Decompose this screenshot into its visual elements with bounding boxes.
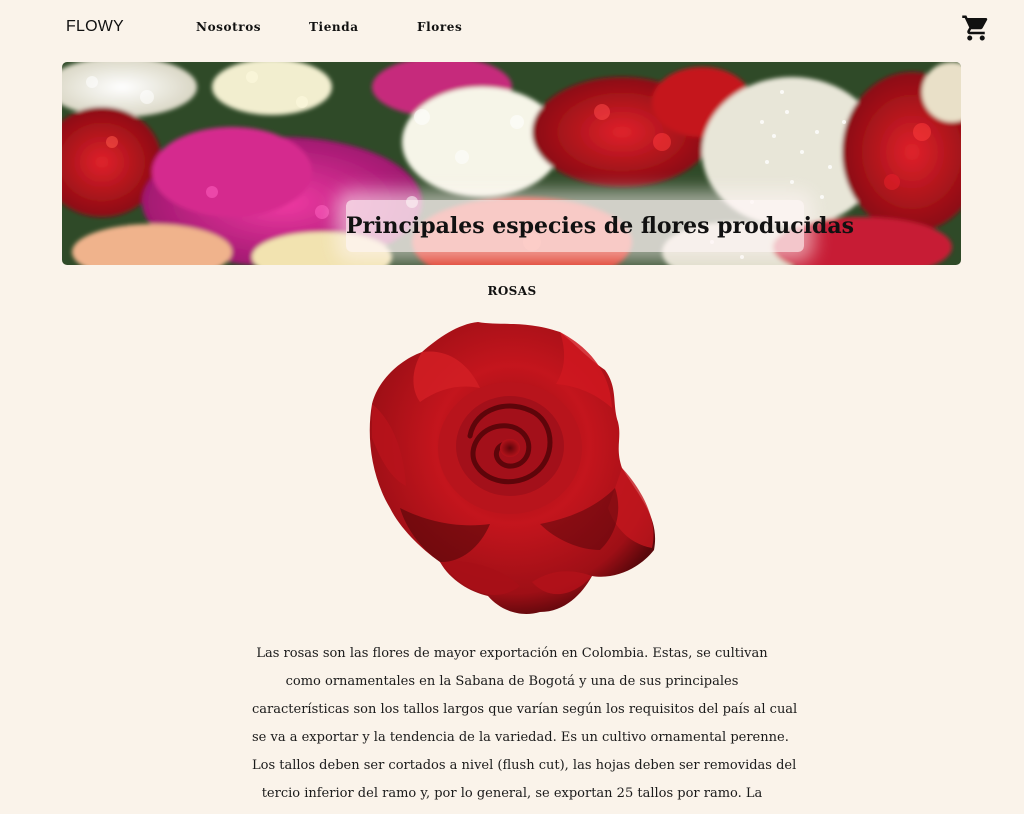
- rose-description: Las rosas son las flores de mayor export…: [252, 640, 798, 808]
- hero-title: Principales especies de flores producida…: [346, 213, 854, 239]
- shopping-cart-icon[interactable]: [961, 13, 991, 43]
- hero-title-backdrop: Principales especies de flores producida…: [346, 200, 854, 252]
- nav-link-tienda[interactable]: Tienda: [309, 20, 359, 34]
- brand-logo[interactable]: FLOWY: [66, 18, 124, 36]
- section-title: ROSAS: [487, 284, 537, 298]
- nav-link-nosotros[interactable]: Nosotros: [196, 20, 261, 34]
- description-line: Los tallos deben ser cortados a nivel (f…: [252, 758, 797, 773]
- red-rose-image: [369, 322, 656, 615]
- description-line: se va a exportar y la tendencia de la va…: [252, 730, 789, 745]
- description-line: como ornamentales en la Sabana de Bogotá…: [285, 674, 739, 689]
- hero-banner: Principales especies de flores producida…: [62, 62, 961, 265]
- cart-glyph: [962, 15, 988, 41]
- nav-link-flores[interactable]: Flores: [417, 20, 462, 34]
- description-line: tercio inferior del ramo y, por lo gener…: [261, 786, 763, 801]
- description-line: características son los tallos largos qu…: [252, 702, 798, 717]
- top-navigation-bar: FLOWY Nosotros Tienda Flores: [0, 0, 1024, 56]
- description-line: Las rosas son las flores de mayor export…: [256, 646, 768, 661]
